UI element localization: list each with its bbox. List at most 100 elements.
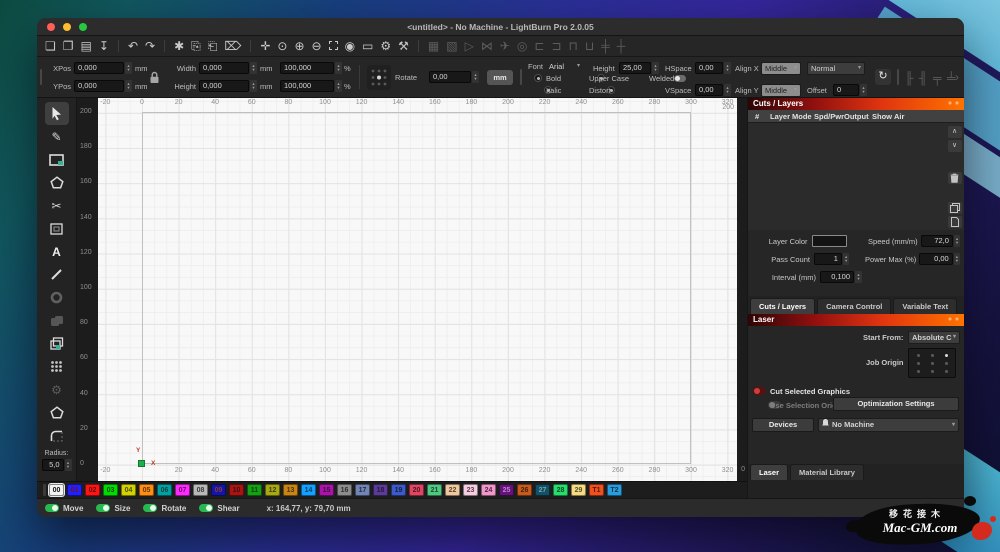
tab-cuts-layers[interactable]: Cuts / Layers [750, 298, 815, 314]
align-right-icon[interactable]: ⊐ [551, 39, 561, 53]
copy-array-tool[interactable] [45, 332, 69, 355]
vspace-input[interactable]: 0,00 [695, 84, 723, 96]
draw-lines-tool[interactable]: ✎ [45, 125, 69, 148]
font-dropdown-caret-icon[interactable]: ▾ [577, 62, 580, 69]
layer-color-02[interactable]: 02 [85, 484, 100, 496]
layer-color-03[interactable]: 03 [103, 484, 118, 496]
text-style-dropdown[interactable]: Normal▾ [807, 62, 865, 75]
ring-tool[interactable] [45, 286, 69, 309]
pass-count-input[interactable]: 1 [814, 253, 842, 265]
offset-input[interactable]: 0 [833, 84, 859, 96]
height-input[interactable]: 0,000 [199, 80, 249, 92]
zoom-out-icon[interactable]: ⊖ [312, 39, 322, 53]
open-file-icon[interactable]: ❐ [63, 39, 74, 53]
bold-checkbox[interactable] [534, 74, 542, 82]
refresh-icon[interactable]: ↻ [875, 69, 891, 85]
grid-array-tool[interactable] [45, 355, 69, 378]
column-header-show[interactable]: Show [872, 112, 892, 121]
shear-toggle-icon[interactable] [199, 504, 213, 512]
optimization-settings-button[interactable]: Optimization Settings [833, 397, 959, 411]
vspace-spinner[interactable] [724, 84, 731, 96]
text-height-input[interactable]: 25,00 [619, 62, 651, 74]
width-input[interactable]: 0,000 [199, 62, 249, 74]
tab-variable-text[interactable]: Variable Text [893, 298, 957, 314]
start-icon[interactable]: ▷ [465, 39, 474, 53]
mirror-icon[interactable]: ⋈ [481, 39, 493, 53]
canvas[interactable]: Y X -20020406080100120140160180200220240… [77, 98, 747, 481]
power-max-input[interactable]: 0,00 [919, 253, 952, 265]
job-origin-selector[interactable] [908, 348, 956, 378]
devices-button[interactable]: Devices [752, 418, 814, 432]
distribute-h-icon[interactable]: ╟ [905, 71, 914, 85]
space-h-icon[interactable]: ╤ [933, 71, 942, 85]
layer-color-29[interactable]: 29 [571, 484, 586, 496]
select-tool[interactable] [45, 102, 69, 125]
group-icon[interactable]: ▦ [428, 39, 439, 53]
align-y-dropdown[interactable]: Middle▾ [761, 84, 801, 97]
distribute-icon[interactable]: ╪ [601, 39, 610, 53]
status-toggle-size[interactable]: Size [96, 504, 130, 513]
origin-selector[interactable] [367, 65, 391, 90]
layer-color-24[interactable]: 24 [481, 484, 496, 496]
measure-tool[interactable] [45, 263, 69, 286]
layer-color-21[interactable]: 21 [427, 484, 442, 496]
layer-color-27[interactable]: 27 [535, 484, 550, 496]
mm-unit-button[interactable]: mm [487, 70, 513, 85]
text-tool[interactable]: A [45, 240, 69, 263]
interval-input[interactable]: 0,100 [820, 271, 854, 283]
layer-color-07[interactable]: 07 [175, 484, 190, 496]
copy-icon[interactable]: ⎘ [191, 39, 201, 53]
align-top-icon[interactable]: ⊓ [569, 39, 578, 53]
layer-color-11[interactable]: 11 [247, 484, 262, 496]
toolbar-overflow-chevron-icon[interactable]: › [955, 70, 959, 84]
rotate-spinner[interactable] [472, 71, 479, 83]
layer-color-T2[interactable]: T2 [607, 484, 622, 496]
round-corner-tool[interactable] [45, 424, 69, 447]
distribute-v-icon[interactable]: ╢ [919, 71, 928, 85]
rectangle-tool[interactable] [45, 148, 69, 171]
column-header-air[interactable]: Air [894, 112, 904, 121]
toolbar-grip[interactable] [520, 69, 522, 85]
layer-duplicate-icon[interactable] [948, 216, 962, 228]
preview-icon[interactable]: ▭ [362, 39, 373, 53]
save-file-icon[interactable]: ▤ [81, 39, 92, 53]
column-header-spd-pwr[interactable]: Spd/Pwr [814, 112, 844, 121]
palette-handle[interactable] [43, 484, 46, 496]
tab-laser[interactable]: Laser [750, 464, 788, 480]
width-percent-input[interactable]: 100,000 [280, 62, 334, 74]
speed-input[interactable]: 72,0 [921, 235, 953, 247]
edit-nodes-tool[interactable]: ✂ [45, 194, 69, 217]
panel-header-buttons[interactable] [948, 101, 960, 106]
layer-up-icon[interactable]: ∧ [948, 126, 962, 138]
xpos-spinner[interactable] [125, 62, 132, 74]
radius-spinner[interactable] [65, 459, 72, 471]
layer-color-16[interactable]: 16 [337, 484, 352, 496]
zoom-in-icon[interactable]: ⊕ [294, 39, 304, 53]
rotate-toggle-icon[interactable] [143, 504, 157, 512]
offset-tool[interactable] [45, 217, 69, 240]
width-spinner[interactable] [250, 62, 257, 74]
layer-color-14[interactable]: 14 [301, 484, 316, 496]
delete-icon[interactable]: ⌦ [224, 39, 241, 53]
zoom-page-icon[interactable]: ⊙ [277, 39, 287, 53]
height-spinner[interactable] [250, 80, 257, 92]
height-percent-spinner[interactable] [335, 80, 342, 92]
settings-gear-icon[interactable]: ⚙ [380, 39, 391, 53]
layer-color-18[interactable]: 18 [373, 484, 388, 496]
layer-color-06[interactable]: 06 [157, 484, 172, 496]
lock-aspect-icon[interactable] [149, 71, 160, 86]
close-window-button[interactable] [47, 23, 55, 31]
layer-color-T1[interactable]: T1 [589, 484, 604, 496]
layer-color-09[interactable]: 09 [211, 484, 226, 496]
move-toggle-icon[interactable] [45, 504, 59, 512]
layer-color-05[interactable]: 05 [139, 484, 154, 496]
offset-spinner[interactable] [860, 84, 867, 96]
cut-selected-toggle[interactable] [753, 387, 766, 395]
width-percent-spinner[interactable] [335, 62, 342, 74]
power-max-spinner[interactable] [954, 253, 960, 265]
layer-copy-icon[interactable] [948, 202, 962, 214]
layer-color-20[interactable]: 20 [409, 484, 424, 496]
ypos-spinner[interactable] [125, 80, 132, 92]
layer-color-26[interactable]: 26 [517, 484, 532, 496]
layer-color-12[interactable]: 12 [265, 484, 280, 496]
